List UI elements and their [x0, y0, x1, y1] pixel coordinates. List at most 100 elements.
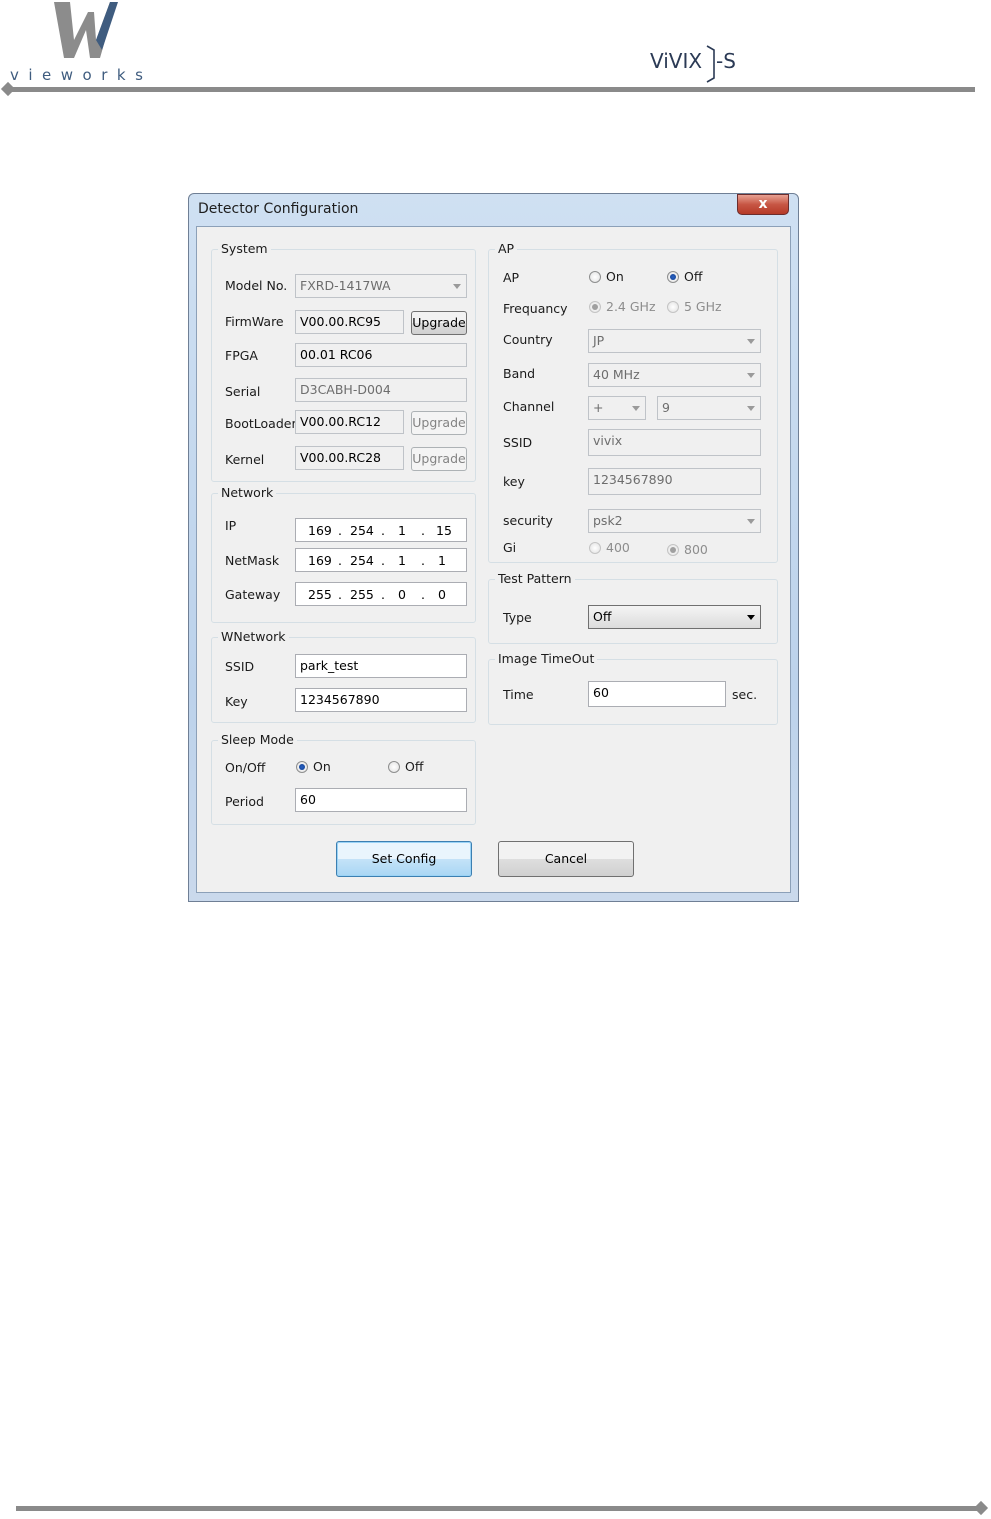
chevron-down-icon [747, 373, 755, 378]
chevron-down-icon [453, 284, 461, 289]
channel-sign-select[interactable]: + [588, 396, 646, 420]
footer-rule [16, 1506, 978, 1511]
ip-dot-2: . [381, 523, 385, 538]
header-rule [8, 87, 975, 92]
fpga-label: FPGA [225, 348, 258, 363]
image-timeout-group-title: Image TimeOut [495, 651, 598, 666]
ip-octet-3: 1 [398, 523, 406, 538]
band-label: Band [503, 366, 536, 381]
system-group: System Model No. FXRD-1417WA FirmWare V0… [211, 241, 476, 482]
country-value: JP [593, 333, 605, 348]
netmask-octet-4: 1 [438, 553, 446, 568]
test-pattern-type-label: Type [503, 610, 532, 625]
svg-text:ViVIX: ViVIX [650, 49, 702, 73]
test-pattern-type-value: Off [593, 609, 612, 624]
gi-800-radio[interactable] [667, 544, 679, 556]
time-unit-label: sec. [732, 687, 758, 702]
firmware-upgrade-button[interactable]: Upgrade [411, 311, 467, 335]
security-value: psk2 [593, 513, 623, 528]
security-select[interactable]: psk2 [588, 509, 761, 533]
gi-800-label: 800 [684, 542, 708, 557]
wnetwork-ssid-input[interactable]: park_test [295, 654, 467, 678]
country-label: Country [503, 332, 553, 347]
ap-on-label: On [606, 269, 624, 284]
svg-text:-S: -S [716, 49, 736, 73]
model-label: Model No. [225, 278, 288, 293]
netmask-field[interactable]: 169 . 254 . 1 . 1 [295, 548, 467, 572]
wnetwork-key-input[interactable]: 1234567890 [295, 688, 467, 712]
network-group: Network IP 169 . 254 . 1 . 15 NetMask 16… [211, 485, 476, 623]
ip-label: IP [225, 518, 237, 533]
test-pattern-type-select[interactable]: Off [588, 605, 761, 629]
ap-ssid-field: vivix [588, 429, 761, 456]
netmask-dot-1: . [338, 553, 342, 568]
channel-value: 9 [662, 400, 670, 415]
chevron-down-icon [747, 339, 755, 344]
sleep-on-radio[interactable] [296, 761, 308, 773]
gateway-dot-2: . [381, 587, 385, 602]
netmask-octet-2: 254 [350, 553, 374, 568]
gateway-field[interactable]: 255 . 255 . 0 . 0 [295, 582, 467, 606]
dialog-client-area: System Model No. FXRD-1417WA FirmWare V0… [196, 226, 791, 893]
vivix-s-logo: ViVIX -S [650, 45, 736, 83]
close-button[interactable]: x [737, 194, 789, 215]
ap-off-radio[interactable] [667, 271, 679, 283]
gateway-octet-1: 255 [308, 587, 332, 602]
bootloader-label: BootLoader [225, 416, 297, 431]
bootloader-upgrade-button[interactable]: Upgrade [411, 411, 467, 435]
channel-label: Channel [503, 399, 555, 414]
fpga-field: 00.01 RC06 [295, 343, 467, 367]
bootloader-field: V00.00.RC12 [295, 410, 404, 434]
gateway-octet-2: 255 [350, 587, 374, 602]
sleep-off-radio[interactable] [388, 761, 400, 773]
channel-select[interactable]: 9 [657, 396, 761, 420]
time-input[interactable]: 60 [588, 681, 726, 707]
ip-octet-4: 15 [436, 523, 452, 538]
freq-24-radio[interactable] [589, 301, 601, 313]
dialog-title: Detector Configuration [198, 201, 359, 217]
netmask-label: NetMask [225, 553, 280, 568]
ip-octet-2: 254 [350, 523, 374, 538]
sleep-onoff-label: On/Off [225, 760, 266, 775]
freq-5-radio[interactable] [667, 301, 679, 313]
gateway-dot-1: . [338, 587, 342, 602]
ip-dot-3: . [421, 523, 425, 538]
sleep-off-label: Off [405, 759, 424, 774]
ap-group: AP AP On Off Frequancy 2.4 GHz 5 GHz Cou… [488, 241, 778, 563]
gi-400-radio[interactable] [589, 542, 601, 554]
wnetwork-key-label: Key [225, 694, 248, 709]
set-config-button[interactable]: Set Config [336, 841, 472, 877]
ap-off-label: Off [684, 269, 703, 284]
chevron-down-icon [632, 406, 640, 411]
gateway-octet-4: 0 [438, 587, 446, 602]
sleep-on-label: On [313, 759, 331, 774]
serial-label: Serial [225, 384, 261, 399]
cancel-button[interactable]: Cancel [498, 841, 634, 877]
firmware-field: V00.00.RC95 [295, 310, 404, 334]
gateway-octet-3: 0 [398, 587, 406, 602]
chevron-down-icon [747, 519, 755, 524]
country-select[interactable]: JP [588, 329, 761, 353]
sleep-period-input[interactable]: 60 [295, 788, 467, 812]
ap-key-field: 1234567890 [588, 468, 761, 495]
wnetwork-group: WNetwork SSID park_test Key 1234567890 [211, 629, 476, 723]
system-group-title: System [218, 241, 271, 256]
ap-on-radio[interactable] [589, 271, 601, 283]
wnetwork-group-title: WNetwork [218, 629, 289, 644]
test-pattern-group-title: Test Pattern [495, 571, 575, 586]
ap-key-label: key [503, 474, 525, 489]
kernel-label: Kernel [225, 452, 265, 467]
ip-address-field[interactable]: 169 . 254 . 1 . 15 [295, 518, 467, 542]
freq-24-label: 2.4 GHz [606, 299, 656, 314]
ap-label: AP [503, 270, 520, 285]
time-label: Time [503, 687, 534, 702]
security-label: security [503, 513, 553, 528]
gateway-label: Gateway [225, 587, 281, 602]
kernel-upgrade-button[interactable]: Upgrade [411, 447, 467, 471]
band-select[interactable]: 40 MHz [588, 363, 761, 387]
netmask-dot-3: . [421, 553, 425, 568]
kernel-field: V00.00.RC28 [295, 446, 404, 470]
test-pattern-group: Test Pattern Type Off [488, 571, 778, 644]
sleep-mode-group: Sleep Mode On/Off On Off Period 60 [211, 732, 476, 825]
sleep-mode-group-title: Sleep Mode [218, 732, 297, 747]
